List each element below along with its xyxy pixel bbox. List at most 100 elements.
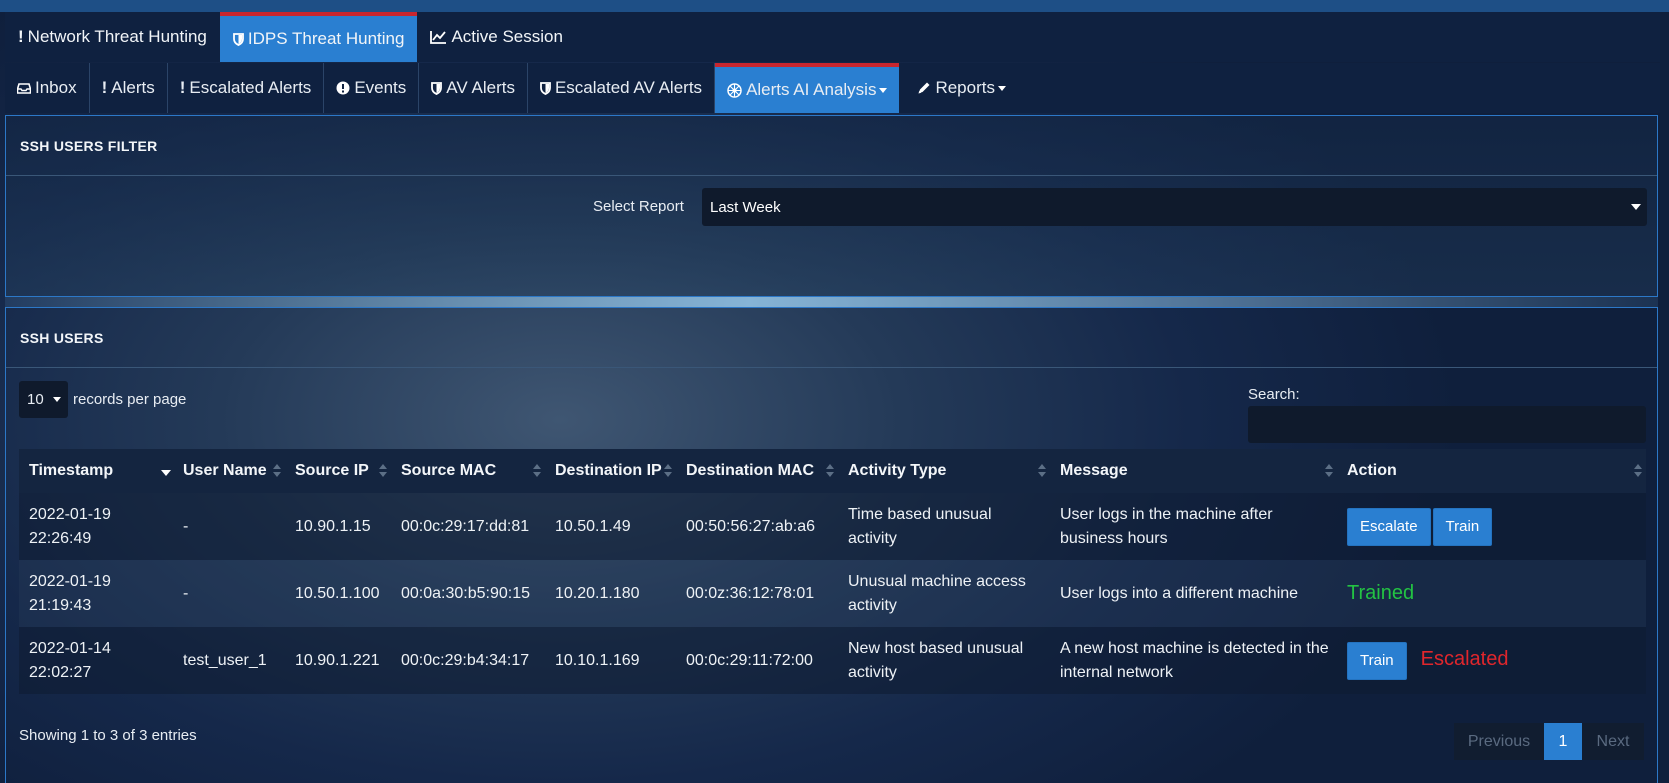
- trained-status: Trained: [1347, 581, 1415, 604]
- page-1-button[interactable]: 1: [1544, 723, 1582, 760]
- cell-destination-ip: 10.10.1.169: [555, 651, 640, 669]
- cell-source-ip: 10.50.1.100: [295, 584, 380, 602]
- panel-title: SSH USERS: [6, 308, 1657, 368]
- cell-source-mac: 00:0c:29:17:dd:81: [401, 517, 530, 535]
- secondary-nav: Inbox ! Alerts ! Escalated Alerts Events…: [5, 63, 1660, 113]
- tab-label: IDPS Threat Hunting: [247, 29, 405, 48]
- ssh-users-table: Timestamp User Name Source IP Source MAC…: [19, 449, 1646, 694]
- chevron-down-icon: [1631, 204, 1641, 210]
- cell-destination-ip: 10.50.1.49: [555, 517, 631, 535]
- tab-label: Reports: [935, 78, 995, 97]
- tab-inbox[interactable]: Inbox: [5, 63, 90, 113]
- shield-icon: [540, 81, 551, 95]
- cell-user-name: test_user_1: [183, 651, 267, 669]
- shield-icon: [431, 81, 443, 95]
- tab-escalated-alerts[interactable]: ! Escalated Alerts: [168, 63, 325, 113]
- cell-action: Escalate Train: [1337, 493, 1646, 560]
- tab-alerts-ai-analysis[interactable]: Alerts AI Analysis: [715, 63, 900, 113]
- cell-timestamp: 2022-01-19 21:19:43: [29, 572, 111, 614]
- report-select[interactable]: Last Week: [702, 188, 1647, 226]
- tab-escalated-av-alerts[interactable]: Escalated AV Alerts: [528, 63, 716, 113]
- panel-title: SSH USERS FILTER: [6, 116, 1657, 176]
- ai-icon: [727, 82, 742, 98]
- sort-icon: [379, 464, 387, 478]
- cell-user-name: -: [183, 517, 189, 535]
- escalate-button[interactable]: Escalate: [1347, 507, 1431, 546]
- cell-message: A new host machine is detected in the in…: [1060, 639, 1329, 681]
- tab-label: Alerts AI Analysis: [746, 80, 877, 99]
- cell-source-ip: 10.90.1.15: [295, 517, 371, 535]
- cell-message: User logs into a different machine: [1060, 584, 1299, 602]
- cell-timestamp: 2022-01-19 22:26:49: [29, 505, 111, 547]
- tab-alerts[interactable]: ! Alerts: [90, 63, 168, 113]
- tab-label: Escalated AV Alerts: [554, 78, 703, 97]
- search-label: Search:: [1248, 386, 1300, 403]
- next-page-button[interactable]: Next: [1582, 723, 1644, 760]
- train-button[interactable]: Train: [1432, 507, 1493, 546]
- column-header-destination-ip[interactable]: Destination IP: [545, 449, 676, 493]
- top-strip: [0, 0, 1669, 12]
- column-header-action[interactable]: Action: [1337, 449, 1646, 493]
- tab-label: Escalated Alerts: [189, 78, 312, 97]
- pencil-icon: [917, 81, 931, 95]
- records-per-page-value: 10: [27, 391, 44, 408]
- panel-separator: [5, 297, 1658, 307]
- chevron-down-icon: [53, 397, 61, 402]
- cell-source-mac: 00:0c:29:b4:34:17: [401, 651, 530, 669]
- exclamation-icon: !: [18, 27, 24, 46]
- search-input[interactable]: [1248, 406, 1646, 443]
- tab-idps-threat-hunting[interactable]: IDPS Threat Hunting: [219, 12, 418, 62]
- records-per-page-label: records per page: [73, 391, 187, 408]
- exclamation-icon: !: [179, 78, 186, 97]
- column-header-destination-mac[interactable]: Destination MAC: [676, 449, 838, 493]
- column-header-message[interactable]: Message: [1050, 449, 1337, 493]
- cell-destination-mac: 00:0c:29:11:72:00: [686, 651, 813, 669]
- sort-icon: [826, 464, 834, 478]
- sort-icon: [1038, 464, 1046, 478]
- report-select-value: Last Week: [710, 198, 781, 216]
- cell-destination-mac: 00:0z:36:12:78:01: [686, 584, 815, 602]
- cell-action: Trained: [1337, 560, 1646, 627]
- column-header-activity-type[interactable]: Activity Type: [838, 449, 1050, 493]
- table-row: 2022-01-19 21:19:43 - 10.50.1.100 00:0a:…: [19, 560, 1646, 627]
- tab-network-threat-hunting[interactable]: ! Network Threat Hunting: [5, 12, 220, 62]
- cell-action: Train Escalated: [1337, 627, 1646, 694]
- select-report-label: Select Report: [593, 198, 684, 215]
- tab-av-alerts[interactable]: AV Alerts: [419, 63, 528, 113]
- records-per-page-select[interactable]: 10: [19, 381, 68, 418]
- inbox-icon: [17, 82, 31, 94]
- cell-user-name: -: [183, 584, 189, 602]
- tab-label: Alerts: [111, 78, 155, 97]
- tab-label: AV Alerts: [446, 78, 515, 97]
- cell-activity-type: Time based unusual activity: [848, 505, 992, 547]
- sort-desc-icon: [161, 464, 171, 478]
- tab-reports[interactable]: Reports: [899, 63, 1018, 113]
- previous-page-button[interactable]: Previous: [1454, 723, 1544, 760]
- sort-icon: [664, 464, 672, 478]
- column-header-source-mac[interactable]: Source MAC: [391, 449, 545, 493]
- column-header-timestamp[interactable]: Timestamp: [19, 449, 173, 493]
- cell-activity-type: New host based unusual activity: [848, 639, 1024, 681]
- cell-destination-mac: 00:50:56:27:ab:a6: [686, 517, 816, 535]
- chevron-down-icon: [997, 85, 1006, 91]
- cell-timestamp: 2022-01-14 22:02:27: [29, 639, 111, 681]
- train-button[interactable]: Train: [1347, 641, 1407, 680]
- sort-icon: [273, 464, 281, 478]
- cell-source-mac: 00:0a:30:b5:90:15: [401, 584, 531, 602]
- escalated-status: Escalated: [1420, 647, 1509, 670]
- chevron-down-icon: [879, 87, 888, 93]
- table-info: Showing 1 to 3 of 3 entries: [19, 727, 197, 744]
- pagination: Previous 1 Next: [1454, 723, 1644, 760]
- table-row: 2022-01-19 22:26:49 - 10.90.1.15 00:0c:2…: [19, 493, 1646, 560]
- cell-activity-type: Unusual machine access activity: [848, 572, 1026, 614]
- sort-icon: [1634, 464, 1642, 478]
- column-header-user-name[interactable]: User Name: [173, 449, 285, 493]
- table-header-row: Timestamp User Name Source IP Source MAC…: [19, 449, 1646, 493]
- cell-source-ip: 10.90.1.221: [295, 651, 380, 669]
- cell-destination-ip: 10.20.1.180: [555, 584, 640, 602]
- sort-icon: [1325, 464, 1333, 478]
- tab-label: Network Threat Hunting: [27, 27, 207, 46]
- tab-active-session[interactable]: Active Session: [417, 12, 576, 62]
- column-header-source-ip[interactable]: Source IP: [285, 449, 391, 493]
- tab-events[interactable]: Events: [324, 63, 420, 113]
